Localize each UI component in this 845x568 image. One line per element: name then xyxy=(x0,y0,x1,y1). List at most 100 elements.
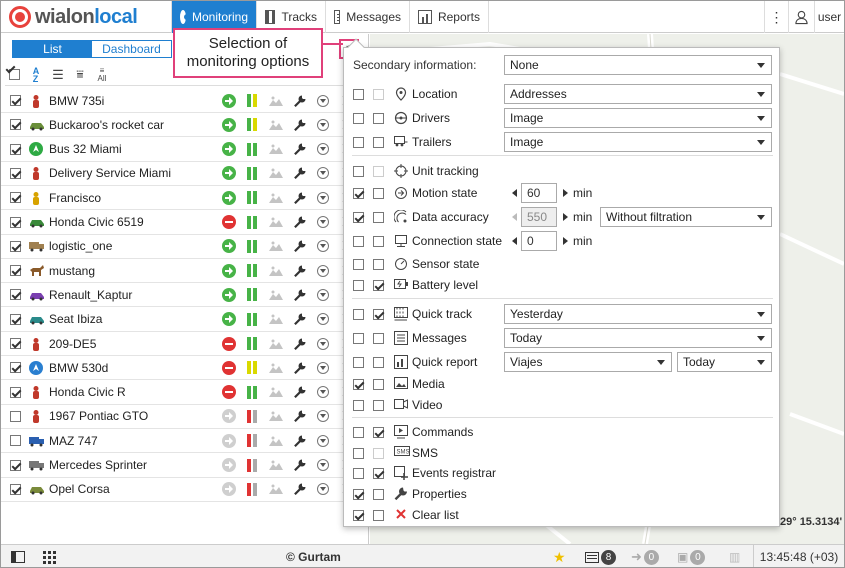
unit-checkbox[interactable] xyxy=(10,483,21,495)
show-in-list-checkbox[interactable] xyxy=(353,112,364,124)
show-in-tooltip-checkbox[interactable] xyxy=(373,426,384,438)
unit-name[interactable]: Honda Civic R xyxy=(49,385,126,399)
show-in-tooltip-checkbox[interactable] xyxy=(373,258,384,270)
drivers-select[interactable]: Image xyxy=(504,108,772,128)
toggle-panel-button[interactable] xyxy=(11,545,31,567)
notifications-counter[interactable]: ➜ 0 xyxy=(631,545,659,567)
show-in-list-checkbox[interactable] xyxy=(353,509,364,521)
unit-checkbox[interactable] xyxy=(10,459,21,471)
properties-wrench-icon[interactable] xyxy=(294,459,306,472)
media-icon[interactable] xyxy=(269,265,283,277)
unit-row[interactable]: Opel Corsa xyxy=(1,478,369,502)
tab-messages[interactable]: Messages xyxy=(325,1,409,33)
tab-list[interactable]: List xyxy=(13,41,92,57)
show-in-list-checkbox[interactable] xyxy=(353,399,364,411)
group-filter-button[interactable]: ⩸ xyxy=(71,66,89,84)
decrement-arrow[interactable] xyxy=(512,189,517,197)
show-in-tooltip-checkbox[interactable] xyxy=(373,136,384,148)
show-in-tooltip-checkbox[interactable] xyxy=(373,88,384,100)
show-in-list-checkbox[interactable] xyxy=(353,211,364,223)
unit-name[interactable]: 1967 Pontiac GTO xyxy=(49,409,148,423)
unit-row[interactable]: 209-DE5 xyxy=(1,332,369,356)
unit-row[interactable]: 1967 Pontiac GTO xyxy=(1,405,369,429)
show-in-tooltip-checkbox[interactable] xyxy=(373,447,384,459)
unit-name[interactable]: Francisco xyxy=(49,191,101,205)
show-in-list-checkbox[interactable] xyxy=(353,426,364,438)
media-counter[interactable]: ▣ 0 xyxy=(677,545,706,567)
logo[interactable]: wialonlocal xyxy=(9,6,138,28)
properties-wrench-icon[interactable] xyxy=(294,95,306,107)
unit-row[interactable]: Buckaroo's rocket car xyxy=(1,113,369,138)
unit-row[interactable]: Honda Civic R xyxy=(1,381,369,405)
data-accuracy-select[interactable]: Without filtration xyxy=(600,207,772,227)
unit-row[interactable]: BMW 530d xyxy=(1,356,369,381)
properties-wrench-icon[interactable] xyxy=(294,289,306,301)
quick-report-select[interactable]: Viajes xyxy=(504,352,672,372)
unit-checkbox[interactable] xyxy=(10,410,21,422)
unit-name[interactable]: Seat Ibiza xyxy=(49,312,102,326)
unit-name[interactable]: Bus 32 Miami xyxy=(49,142,122,156)
unit-menu-icon[interactable] xyxy=(317,434,329,447)
unit-menu-icon[interactable] xyxy=(317,191,329,204)
media-icon[interactable] xyxy=(269,119,283,131)
show-in-tooltip-checkbox[interactable] xyxy=(373,509,384,521)
show-in-list-checkbox[interactable] xyxy=(353,279,364,291)
unit-row[interactable]: Renault_Kaptur xyxy=(1,283,369,308)
media-icon[interactable] xyxy=(269,483,283,495)
unit-name[interactable]: BMW 735i xyxy=(49,94,104,108)
properties-wrench-icon[interactable] xyxy=(294,192,306,204)
properties-wrench-icon[interactable] xyxy=(294,313,306,326)
properties-wrench-icon[interactable] xyxy=(294,338,306,350)
unit-menu-icon[interactable] xyxy=(317,94,329,107)
show-in-list-checkbox[interactable] xyxy=(353,187,364,199)
show-in-tooltip-checkbox[interactable] xyxy=(373,235,384,247)
unit-row[interactable]: mustang xyxy=(1,259,369,284)
unit-row[interactable]: MAZ 747 xyxy=(1,429,369,454)
location-select[interactable]: Addresses xyxy=(504,84,772,104)
select-all-checkbox[interactable] xyxy=(5,66,23,84)
list-view-button[interactable]: ☰ xyxy=(49,66,67,84)
unit-menu-icon[interactable] xyxy=(317,483,329,496)
show-in-list-checkbox[interactable] xyxy=(353,165,364,177)
media-icon[interactable] xyxy=(269,143,283,155)
show-in-tooltip-checkbox[interactable] xyxy=(373,467,384,479)
media-icon[interactable] xyxy=(269,95,283,107)
unit-menu-icon[interactable] xyxy=(317,167,329,180)
unit-name[interactable]: MAZ 747 xyxy=(49,434,98,448)
unit-name[interactable]: logistic_one xyxy=(49,239,112,253)
unit-name[interactable]: Mercedes Sprinter xyxy=(49,458,147,472)
unit-menu-icon[interactable] xyxy=(317,337,329,350)
unit-menu-icon[interactable] xyxy=(317,313,329,326)
properties-wrench-icon[interactable] xyxy=(294,386,306,399)
unit-name[interactable]: Honda Civic 6519 xyxy=(49,215,144,229)
properties-wrench-icon[interactable] xyxy=(294,483,306,496)
media-icon[interactable] xyxy=(269,362,283,374)
tab-reports[interactable]: Reports xyxy=(409,1,489,33)
show-in-tooltip-checkbox[interactable] xyxy=(373,308,384,320)
unit-checkbox[interactable] xyxy=(10,386,21,398)
unit-checkbox[interactable] xyxy=(10,192,21,204)
messages-select[interactable]: Today xyxy=(504,328,772,348)
unit-menu-icon[interactable] xyxy=(317,240,329,253)
properties-wrench-icon[interactable] xyxy=(294,410,306,423)
tab-dashboard[interactable]: Dashboard xyxy=(92,41,171,57)
show-in-tooltip-checkbox[interactable] xyxy=(373,211,384,223)
unit-checkbox[interactable] xyxy=(10,362,21,374)
increment-arrow[interactable] xyxy=(563,189,568,197)
unit-checkbox[interactable] xyxy=(10,435,21,447)
quick-report-interval-select[interactable]: Today xyxy=(677,352,772,372)
increment-arrow[interactable] xyxy=(563,213,568,221)
decrement-arrow[interactable] xyxy=(512,213,517,221)
show-in-list-checkbox[interactable] xyxy=(353,235,364,247)
unit-row[interactable]: Seat Ibiza xyxy=(1,308,369,332)
show-in-list-checkbox[interactable] xyxy=(353,88,364,100)
properties-wrench-icon[interactable] xyxy=(294,119,306,131)
unit-checkbox[interactable] xyxy=(10,119,21,131)
show-in-list-checkbox[interactable] xyxy=(353,308,364,320)
unit-checkbox[interactable] xyxy=(10,289,21,301)
media-icon[interactable] xyxy=(269,167,283,179)
show-in-list-checkbox[interactable] xyxy=(353,136,364,148)
user-name[interactable]: user xyxy=(814,1,844,33)
unit-name[interactable]: Buckaroo's rocket car xyxy=(49,118,164,132)
media-icon[interactable] xyxy=(269,459,283,471)
